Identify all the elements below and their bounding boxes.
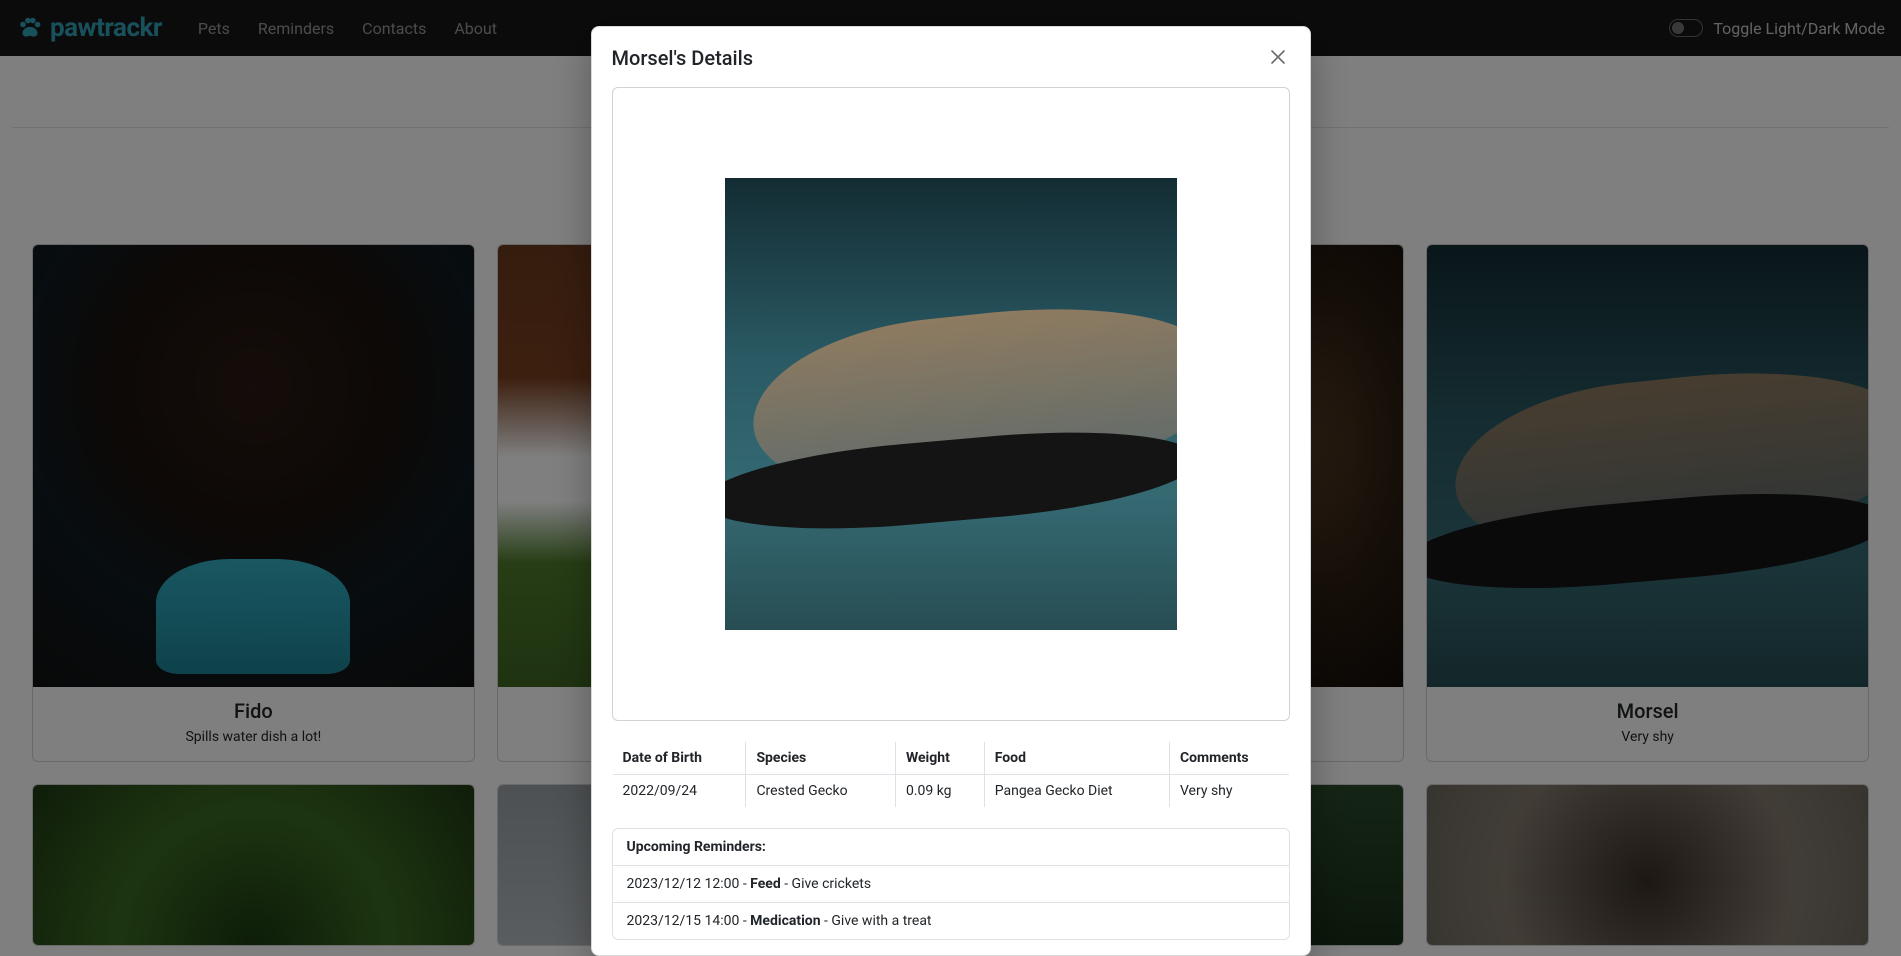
th-comments: Comments [1169,742,1289,775]
td-weight: 0.09 kg [895,775,984,808]
reminder-type: Medication [750,913,820,929]
reminder-datetime: 2023/12/15 14:00 [627,913,740,929]
detail-image-card [612,87,1290,721]
modal-title: Morsel's Details [612,46,754,70]
pet-details-table: Date of Birth Species Weight Food Commen… [612,741,1290,808]
reminder-row: 2023/12/12 12:00 - Feed - Give crickets [613,866,1289,903]
modal-body: Date of Birth Species Weight Food Commen… [592,87,1310,956]
reminder-type: Feed [750,876,781,892]
reminders-title: Upcoming Reminders: [613,829,1289,866]
th-species: Species [746,742,896,775]
reminder-datetime: 2023/12/12 12:00 [627,876,740,892]
pet-detail-image [725,178,1177,630]
reminder-row: 2023/12/15 14:00 - Medication - Give wit… [613,903,1289,939]
td-species: Crested Gecko [746,775,896,808]
reminder-note: Give with a treat [831,913,931,929]
td-comments: Very shy [1169,775,1289,808]
modal-header: Morsel's Details [592,27,1310,87]
table-header-row: Date of Birth Species Weight Food Commen… [612,742,1289,775]
reminder-note: Give crickets [792,876,872,892]
close-button[interactable] [1266,43,1290,73]
th-dob: Date of Birth [612,742,746,775]
td-food: Pangea Gecko Diet [984,775,1169,808]
pet-details-modal: Morsel's Details Date of Birth Species W… [591,26,1311,956]
separator: - [739,876,750,892]
th-weight: Weight [895,742,984,775]
separator: - [821,913,832,929]
table-row: 2022/09/24 Crested Gecko 0.09 kg Pangea … [612,775,1289,808]
separator: - [739,913,750,929]
separator: - [781,876,792,892]
th-food: Food [984,742,1169,775]
upcoming-reminders: Upcoming Reminders: 2023/12/12 12:00 - F… [612,828,1290,940]
close-icon [1270,45,1286,70]
td-dob: 2022/09/24 [612,775,746,808]
